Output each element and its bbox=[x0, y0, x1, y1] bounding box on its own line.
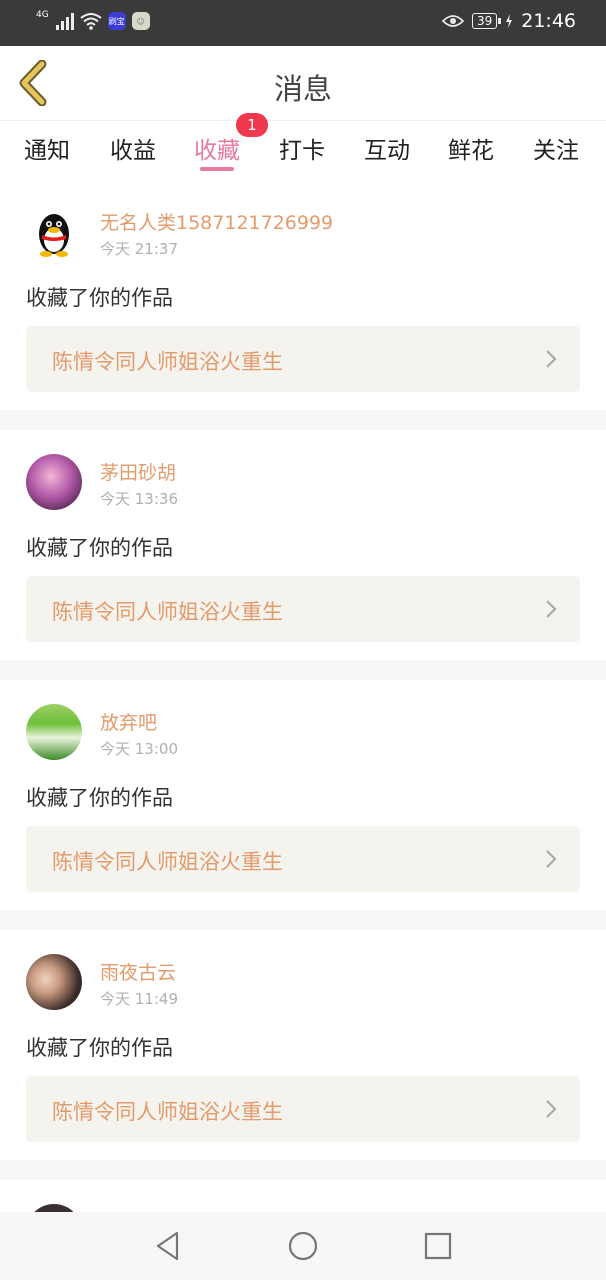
action-text: 收藏了你的作品 bbox=[26, 286, 173, 310]
message-card[interactable]: 雨夜古云 今天 11:49 收藏了你的作品 陈情令同人师姐浴火重生 bbox=[0, 930, 606, 1160]
work-link[interactable]: 陈情令同人师姐浴火重生 bbox=[26, 1076, 580, 1142]
username[interactable]: 无名人类1587121726999 bbox=[100, 208, 333, 235]
tab-flowers[interactable]: 鲜花 bbox=[448, 131, 494, 165]
chevron-right-icon bbox=[546, 350, 557, 368]
action-text: 收藏了你的作品 bbox=[26, 1036, 173, 1060]
work-title: 陈情令同人师姐浴火重生 bbox=[52, 600, 283, 624]
status-right: 39 21:46 bbox=[441, 10, 576, 32]
status-bar: 4G 刷宝 ☺ 39 21:46 bbox=[0, 0, 606, 46]
message-card-partial[interactable] bbox=[0, 1180, 606, 1212]
clock: 21:46 bbox=[521, 10, 576, 32]
card-separator bbox=[0, 1160, 606, 1180]
tab-checkin[interactable]: 打卡 bbox=[279, 131, 325, 165]
tab-favorites[interactable]: 收藏 bbox=[194, 131, 240, 165]
avatar[interactable] bbox=[26, 704, 82, 760]
eye-icon bbox=[441, 15, 464, 27]
status-left: 4G 刷宝 ☺ bbox=[36, 10, 150, 30]
work-link[interactable]: 陈情令同人师姐浴火重生 bbox=[26, 576, 580, 642]
username[interactable]: 雨夜古云 bbox=[100, 958, 176, 985]
work-link[interactable]: 陈情令同人师姐浴火重生 bbox=[26, 326, 580, 392]
penguin-avatar-icon bbox=[39, 214, 69, 257]
action-text: 收藏了你的作品 bbox=[26, 536, 173, 560]
message-card[interactable]: 茅田砂胡 今天 13:36 收藏了你的作品 陈情令同人师姐浴火重生 bbox=[0, 430, 606, 660]
signal-icon bbox=[55, 12, 74, 30]
timestamp: 今天 21:37 bbox=[100, 240, 178, 258]
card-separator bbox=[0, 910, 606, 930]
chevron-right-icon bbox=[546, 1100, 557, 1118]
timestamp: 今天 13:36 bbox=[100, 490, 178, 508]
tab-interaction[interactable]: 互动 bbox=[364, 131, 410, 165]
wifi-icon bbox=[80, 13, 102, 30]
network-type: 4G bbox=[36, 10, 49, 20]
nav-recents-icon[interactable] bbox=[420, 1228, 456, 1264]
card-separator bbox=[0, 410, 606, 430]
tab-bar: 通知 收益 收藏 打卡 互动 鲜花 关注 bbox=[0, 121, 606, 179]
tab-notice[interactable]: 通知 bbox=[24, 131, 70, 165]
work-title: 陈情令同人师姐浴火重生 bbox=[52, 1100, 283, 1124]
chevron-right-icon bbox=[546, 600, 557, 618]
battery-icon: 39 bbox=[471, 13, 502, 29]
username[interactable]: 茅田砂胡 bbox=[100, 458, 176, 485]
username[interactable]: 放弃吧 bbox=[100, 708, 157, 735]
avatar[interactable] bbox=[26, 204, 82, 260]
timestamp: 今天 11:49 bbox=[100, 990, 178, 1008]
avatar[interactable] bbox=[26, 954, 82, 1010]
nav-back-icon[interactable] bbox=[150, 1228, 186, 1264]
top-bar: 消息 bbox=[0, 46, 606, 121]
page-title: 消息 bbox=[273, 72, 332, 106]
work-title: 陈情令同人师姐浴火重生 bbox=[52, 850, 283, 874]
message-card[interactable]: 无名人类1587121726999 今天 21:37 收藏了你的作品 陈情令同人… bbox=[0, 180, 606, 410]
timestamp: 今天 13:00 bbox=[100, 740, 178, 758]
charging-icon bbox=[506, 14, 513, 28]
active-tab-indicator bbox=[200, 167, 234, 171]
favorites-count-badge: 1 bbox=[236, 113, 268, 137]
nav-home-icon[interactable] bbox=[285, 1228, 321, 1264]
message-card[interactable]: 放弃吧 今天 13:00 收藏了你的作品 陈情令同人师姐浴火重生 bbox=[0, 680, 606, 910]
work-link[interactable]: 陈情令同人师姐浴火重生 bbox=[26, 826, 580, 892]
app-notification-icon: 刷宝 bbox=[107, 12, 126, 30]
avatar[interactable] bbox=[26, 454, 82, 510]
card-separator bbox=[0, 660, 606, 680]
app-notification-icon-2: ☺ bbox=[131, 12, 150, 30]
work-title: 陈情令同人师姐浴火重生 bbox=[52, 350, 283, 374]
system-navigation-bar bbox=[0, 1212, 606, 1280]
tab-follow[interactable]: 关注 bbox=[533, 131, 579, 165]
avatar[interactable] bbox=[26, 1204, 82, 1212]
action-text: 收藏了你的作品 bbox=[26, 786, 173, 810]
tab-earnings[interactable]: 收益 bbox=[110, 131, 156, 165]
chevron-right-icon bbox=[546, 850, 557, 868]
